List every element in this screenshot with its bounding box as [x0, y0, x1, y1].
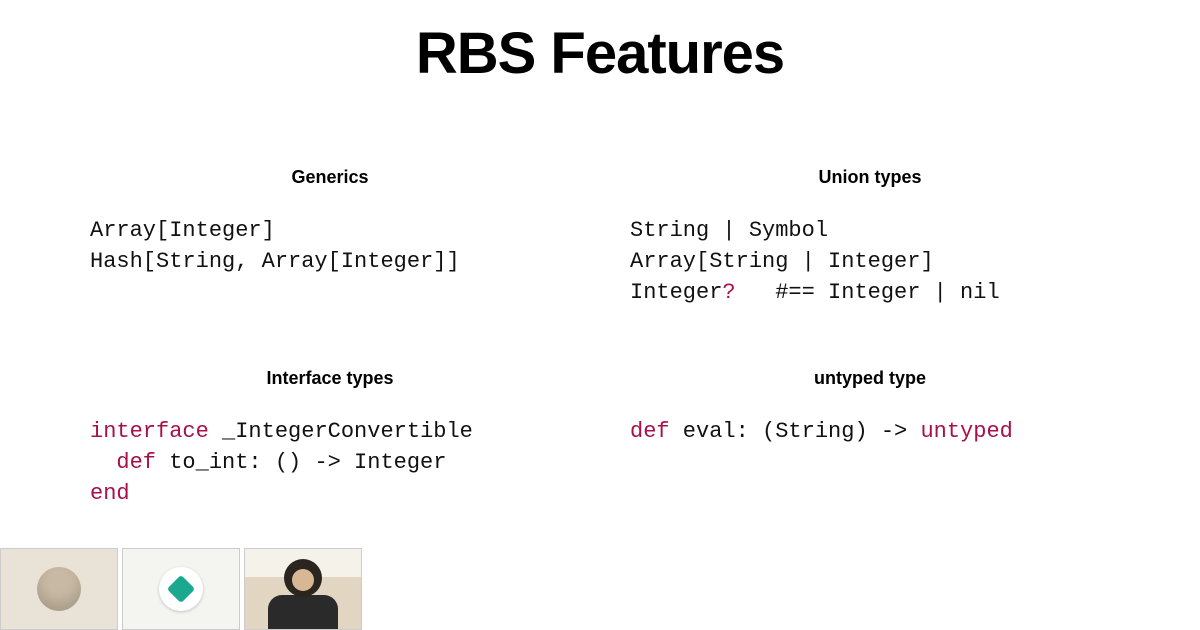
participant-thumbnail[interactable]: [122, 548, 240, 630]
heading-interface: Interface types: [90, 368, 570, 389]
method-sig: to_int: () -> Integer: [156, 450, 446, 475]
code-token: Integer: [630, 280, 722, 305]
participant-thumbnail[interactable]: [244, 548, 362, 630]
code-comment: #== Integer | nil: [736, 280, 1000, 305]
section-generics: Generics Array[Integer] Hash[String, Arr…: [90, 167, 570, 308]
code-line: Hash[String, Array[Integer]]: [90, 249, 460, 274]
avatar-icon: [37, 567, 81, 611]
heading-untyped: untyped type: [630, 368, 1110, 389]
kw-interface: interface: [90, 419, 209, 444]
badge-icon: [159, 567, 203, 611]
interface-name: _IntegerConvertible: [209, 419, 473, 444]
speaker-video-icon: [263, 559, 343, 629]
kw-def: def: [116, 450, 156, 475]
code-union: String | Symbol Array[String | Integer] …: [630, 216, 1110, 308]
slide-title: RBS Features: [0, 0, 1200, 87]
code-generics: Array[Integer] Hash[String, Array[Intege…: [90, 216, 570, 278]
code-untyped: def eval: (String) -> untyped: [630, 417, 1110, 448]
features-grid: Generics Array[Integer] Hash[String, Arr…: [0, 87, 1200, 510]
method-sig: eval: (String) ->: [670, 419, 921, 444]
code-line: Array[Integer]: [90, 218, 275, 243]
participant-thumbnail[interactable]: [0, 548, 118, 630]
section-union: Union types String | Symbol Array[String…: [630, 167, 1110, 308]
participant-thumbnails: [0, 548, 362, 630]
ruby-gem-icon: [167, 575, 195, 603]
heading-generics: Generics: [90, 167, 570, 188]
kw-untyped: untyped: [920, 419, 1012, 444]
kw-end: end: [90, 481, 130, 506]
code-line: Array[String | Integer]: [630, 249, 934, 274]
section-interface: Interface types interface _IntegerConver…: [90, 368, 570, 509]
code-qmark: ?: [722, 280, 735, 305]
code-line: String | Symbol: [630, 218, 828, 243]
kw-def: def: [630, 419, 670, 444]
heading-union: Union types: [630, 167, 1110, 188]
code-interface: interface _IntegerConvertible def to_int…: [90, 417, 570, 509]
section-untyped: untyped type def eval: (String) -> untyp…: [630, 368, 1110, 509]
